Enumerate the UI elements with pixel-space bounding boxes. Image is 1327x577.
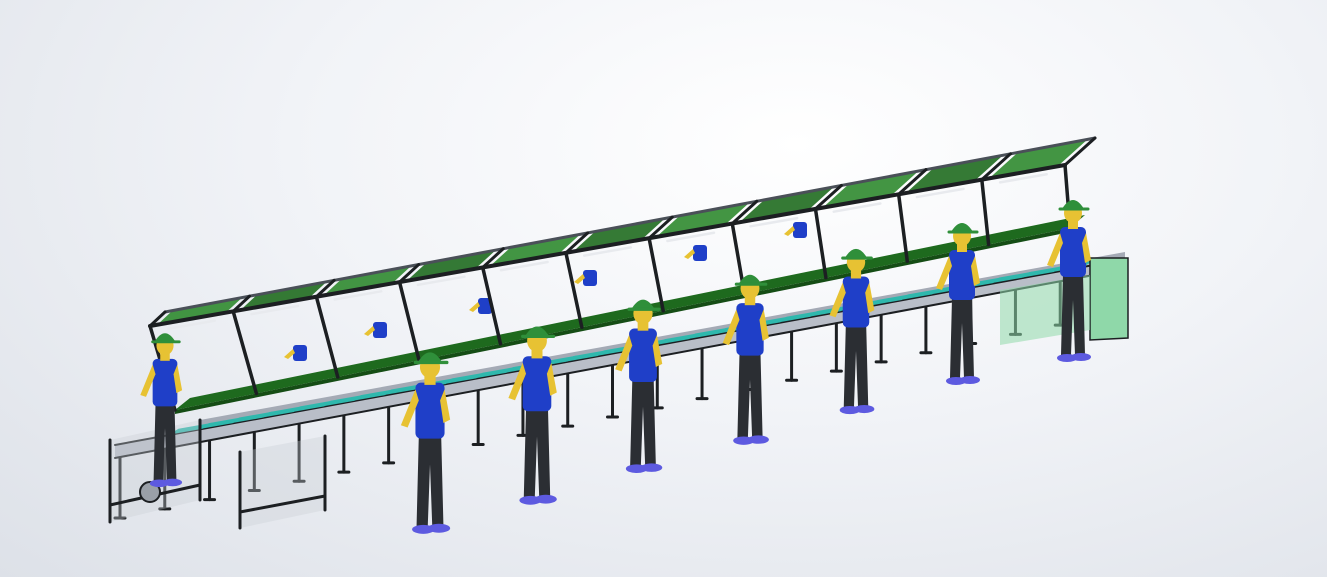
- upright-post: [980, 177, 991, 247]
- upright-post: [896, 192, 910, 263]
- worker-legs: [416, 436, 444, 526]
- worker-shirt: [949, 250, 975, 300]
- left-second-unit: [238, 434, 327, 530]
- upright-post: [564, 251, 584, 330]
- right-cabinet: [1089, 257, 1129, 341]
- upright-post: [647, 236, 665, 313]
- worker: [615, 299, 663, 473]
- cad-viewport: [0, 0, 1327, 577]
- bg-worker-shirt: [373, 322, 387, 338]
- worker-shoe: [640, 463, 663, 472]
- worker-legs: [523, 409, 551, 497]
- upright-post: [813, 207, 828, 280]
- worker-shirt: [522, 356, 552, 412]
- bg-worker-shirt: [293, 345, 307, 361]
- worker-shirt: [1060, 227, 1086, 277]
- worker-legs: [630, 379, 656, 466]
- worker-shoe: [1071, 353, 1091, 361]
- bg-worker-shirt: [693, 245, 707, 261]
- worker-shoe: [853, 404, 875, 414]
- worker-shirt: [629, 328, 657, 383]
- worker-shirt: [842, 276, 870, 328]
- background-worker: [574, 270, 597, 286]
- worker-legs: [843, 325, 869, 407]
- upright-post: [397, 280, 421, 363]
- upright-post: [231, 309, 259, 396]
- second-frame-body: [240, 436, 325, 528]
- worker-shoe: [960, 376, 980, 384]
- worker-shoe: [163, 478, 183, 487]
- worker-shirt: [152, 358, 178, 407]
- assembly-line-illustration: [108, 136, 1129, 534]
- upright-post: [314, 294, 340, 379]
- worker-legs: [737, 353, 763, 438]
- worker-shoe: [534, 494, 557, 504]
- background-worker: [784, 222, 807, 238]
- worker-shoe: [427, 523, 451, 533]
- worker-legs: [950, 298, 974, 378]
- worker: [508, 326, 557, 505]
- worker-shoe: [747, 435, 769, 444]
- background-worker: [364, 322, 387, 338]
- background-worker: [469, 298, 492, 314]
- bg-worker-shirt: [793, 222, 807, 238]
- background-worker: [284, 345, 307, 361]
- worker-shirt: [415, 382, 445, 439]
- worker-shirt: [736, 303, 764, 356]
- shelf-edge: [175, 228, 1070, 414]
- bg-worker-shirt: [583, 270, 597, 286]
- background-worker: [684, 245, 707, 261]
